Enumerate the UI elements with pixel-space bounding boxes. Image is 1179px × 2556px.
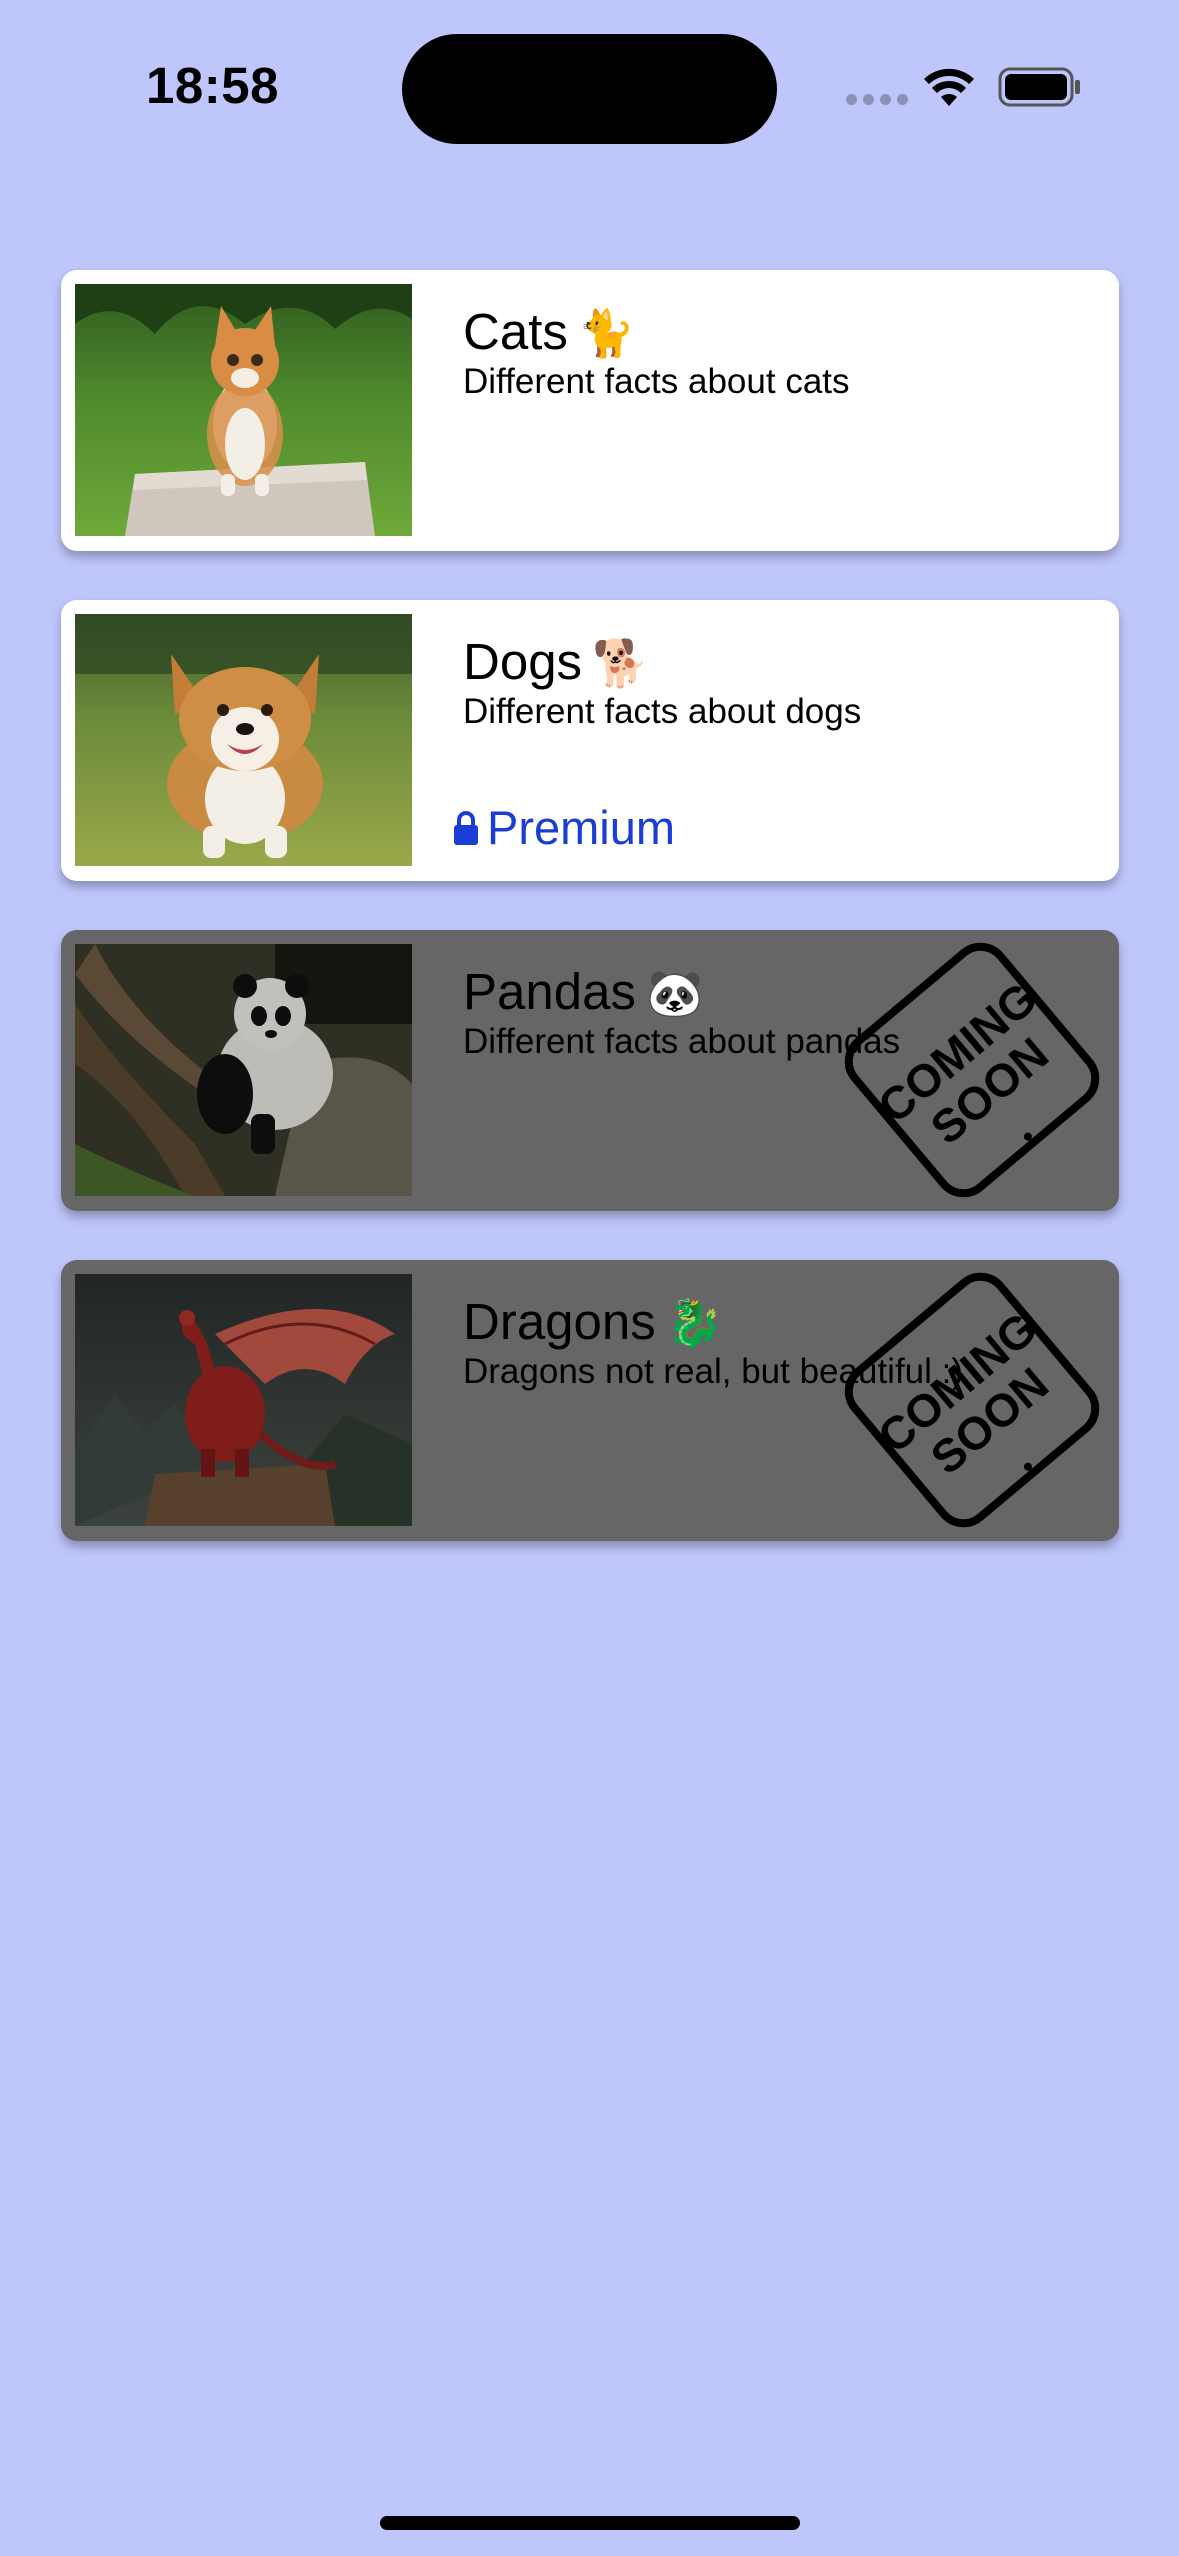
premium-label: Premium	[487, 801, 676, 854]
status-time: 18:58	[146, 57, 279, 114]
card-title: Pandas 🐼	[463, 962, 703, 1021]
dynamic-island	[402, 34, 777, 144]
panda-emoji-icon: 🐼	[645, 966, 704, 1020]
cat-emoji-icon: 🐈	[577, 306, 636, 360]
cellular-signal-icon	[846, 94, 908, 105]
battery-icon	[998, 67, 1080, 107]
home-indicator[interactable]	[380, 2516, 800, 2530]
lock-icon	[454, 810, 478, 845]
card-title-text: Pandas	[463, 963, 636, 1020]
card-title: Dragons 🐉	[463, 1292, 723, 1351]
card-title-text: Cats	[463, 303, 568, 360]
dog-emoji-icon: 🐕	[592, 636, 650, 690]
cat-photo	[75, 284, 412, 536]
card-subtitle: Different facts about pandas	[463, 1022, 901, 1061]
panda-photo	[75, 944, 412, 1196]
coming-soon-stamp: COMING SOON	[844, 1272, 1100, 1528]
dog-photo	[75, 614, 412, 866]
status-bar: 18:58	[0, 0, 1179, 150]
coming-soon-stamp: COMING SOON	[844, 942, 1100, 1198]
card-subtitle: Different facts about cats	[463, 362, 850, 401]
card-title-text: Dragons	[463, 1293, 656, 1350]
wifi-icon	[924, 68, 974, 106]
card-title-text: Dogs	[463, 633, 583, 690]
card-title: Dogs 🐕	[463, 632, 649, 691]
card-subtitle: Different facts about dogs	[463, 692, 862, 731]
card-title: Cats 🐈	[463, 302, 635, 361]
topic-card-dragons: Dragons 🐉 Dragons not real, but beautiful…	[61, 1260, 1119, 1541]
topic-card-cats[interactable]: Cats 🐈 Different facts about cats	[61, 270, 1119, 551]
topic-card-pandas: Pandas 🐼 Different facts about pandas COM…	[61, 930, 1119, 1211]
topic-card-dogs[interactable]: Dogs 🐕 Different facts about dogs Premium	[61, 600, 1119, 881]
dragon-photo	[75, 1274, 412, 1526]
premium-badge[interactable]: Premium	[453, 800, 675, 855]
topic-list: Cats 🐈 Different facts about cats Dogs 🐕…	[61, 270, 1119, 1590]
dragon-emoji-icon: 🐉	[665, 1296, 724, 1350]
